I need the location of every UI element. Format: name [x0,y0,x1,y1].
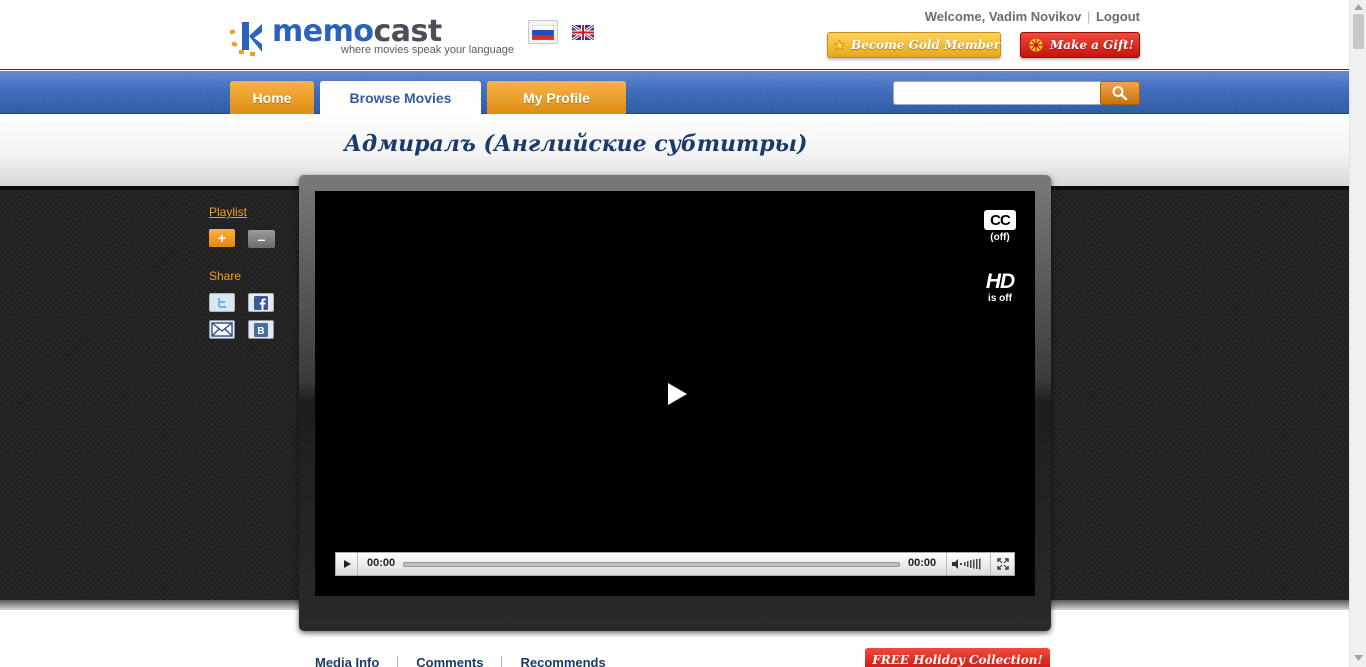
make-a-gift-label: Make a Gift! [1050,38,1134,52]
fullscreen-button[interactable] [990,553,1014,575]
big-play-icon[interactable] [664,380,690,408]
email-icon [211,322,233,337]
play-icon [343,560,351,568]
tab-media-info[interactable]: Media Info [315,655,379,667]
facebook-icon [254,295,268,310]
welcome-separator: | [1086,9,1091,24]
svg-text:B: B [257,326,264,337]
make-a-gift-button[interactable]: Make a Gift! [1020,32,1140,58]
share-twitter-button[interactable] [209,293,235,312]
share-vkontakte-button[interactable]: B [248,320,274,339]
memocast-logo[interactable]: memocast where movies speak your languag… [228,14,518,62]
logo-tagline: where movies speak your language [341,44,515,56]
language-switcher [528,19,598,45]
media-tabs: Media Info Comments Recommends [315,655,606,667]
language-en-button[interactable] [568,20,598,44]
language-ru-button[interactable] [528,20,558,44]
become-gold-member-label: Become Gold Member [851,38,1000,52]
gift-icon [1029,38,1043,52]
scroll-up-icon[interactable] [1354,4,1363,10]
tab-recommends[interactable]: Recommends [520,655,605,667]
site-header: memocast where movies speak your languag… [0,0,1349,70]
tab-my-profile[interactable]: My Profile [487,81,626,114]
hd-state: is off [988,293,1012,304]
closed-captions-state: (off) [990,232,1010,243]
duration: 00:00 [908,557,937,569]
play-button[interactable] [336,553,358,575]
share-label: Share [209,269,242,283]
tab-separator [501,656,503,667]
playlist-link[interactable]: Playlist [209,205,247,219]
tab-home[interactable]: Home [230,81,314,114]
logout-link[interactable]: Logout [1096,9,1140,24]
main-nav [0,71,1349,114]
tab-comments[interactable]: Comments [416,655,483,667]
share-facebook-button[interactable] [248,293,274,312]
scroll-thumb[interactable] [1353,14,1364,49]
volume-icon [951,558,980,570]
russian-flag-icon [532,24,554,40]
search-button[interactable] [1100,81,1140,105]
become-gold-member-button[interactable]: Become Gold Member [827,32,1001,58]
volume-control[interactable] [946,553,988,575]
player-controls: 00:00 00:00 [335,552,1015,576]
share-email-button[interactable] [209,320,235,339]
movie-title: Адмиралъ (Английские субтитры) [344,131,808,157]
playlist-remove-button[interactable]: – [248,230,275,248]
star-icon [834,39,846,51]
current-time: 00:00 [367,557,396,569]
progress-bar[interactable] [403,562,900,567]
uk-flag-icon [572,24,594,40]
tab-browse-movies[interactable]: Browse Movies [320,81,481,114]
search-icon [1112,86,1128,101]
tab-separator [397,656,399,667]
free-holiday-collection-button[interactable]: FREE Holiday Collection! [865,648,1050,667]
playlist-add-button[interactable]: + [209,229,235,247]
logo-mark-icon [229,22,262,56]
vkontakte-icon: B [254,322,268,337]
twitter-icon [218,297,226,308]
closed-captions-toggle[interactable]: CC [984,210,1016,230]
fullscreen-icon [996,558,1009,570]
scroll-down-icon[interactable] [1354,655,1363,661]
hd-toggle[interactable]: HD [980,270,1020,294]
user-welcome: Welcome, Vadim Novikov | Logout [925,9,1140,24]
search-input[interactable] [893,81,1103,105]
page-scrollbar[interactable] [1349,0,1366,667]
welcome-text: Welcome, Vadim Novikov [924,9,1082,24]
